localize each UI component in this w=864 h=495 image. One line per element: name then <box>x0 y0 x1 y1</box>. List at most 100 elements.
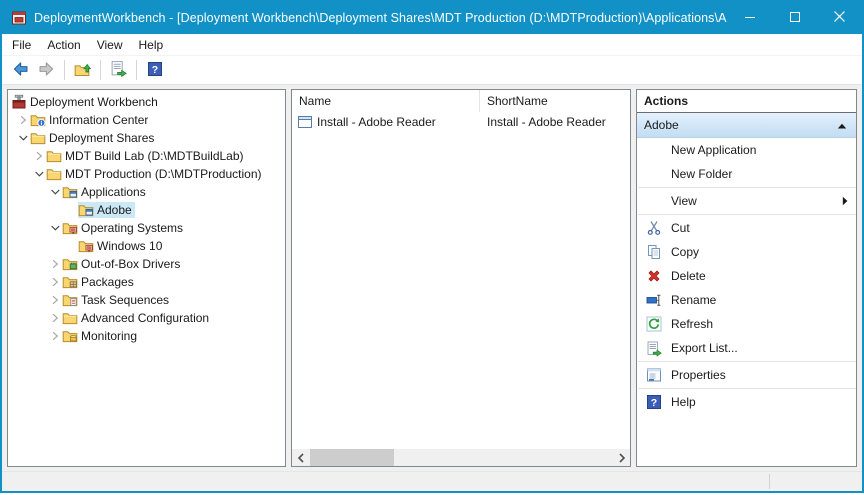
folder-monitoring-icon <box>62 328 78 344</box>
tree-item-label: Windows 10 <box>94 238 165 254</box>
action-cut[interactable]: Cut <box>637 216 856 240</box>
toolbar-back-button[interactable] <box>6 58 33 82</box>
chevron-right-icon[interactable] <box>48 329 62 343</box>
menu-action[interactable]: Action <box>39 35 88 55</box>
scrollbar-thumb[interactable] <box>310 449 394 466</box>
actions-separator <box>638 388 856 389</box>
action-label: Help <box>671 395 848 409</box>
toolbar-export-list-button[interactable] <box>105 58 132 82</box>
tree-item-windows-10[interactable]: Windows 10 <box>8 237 285 255</box>
chevron-right-icon[interactable] <box>48 311 62 325</box>
scroll-right-arrow-icon[interactable] <box>613 449 630 466</box>
chevron-right-icon[interactable] <box>32 149 46 163</box>
tree-item-mdt-production-d-mdtproduction[interactable]: MDT Production (D:\MDTProduction) <box>8 165 285 183</box>
action-copy[interactable]: Copy <box>637 240 856 264</box>
chevron-right-icon[interactable] <box>48 293 62 307</box>
titlebar[interactable]: DeploymentWorkbench - [Deployment Workbe… <box>2 2 862 34</box>
chevron-right-icon[interactable] <box>48 257 62 271</box>
expander-spacer <box>64 239 78 253</box>
tree-item-label: Applications <box>78 184 149 200</box>
folder-icon <box>30 130 46 146</box>
export-list-icon <box>646 340 662 356</box>
properties-icon <box>646 367 662 383</box>
chevron-right-icon[interactable] <box>16 113 30 127</box>
tree-item-deployment-workbench[interactable]: Deployment Workbench <box>8 93 285 111</box>
chevron-down-icon[interactable] <box>48 185 62 199</box>
action-properties[interactable]: Properties <box>637 363 856 387</box>
action-label: New Application <box>671 143 848 157</box>
action-new-folder[interactable]: New Folder <box>637 162 856 186</box>
chevron-down-icon[interactable] <box>16 131 30 145</box>
close-button[interactable] <box>817 2 862 34</box>
toolbar-separator <box>64 60 65 80</box>
toolbar-up-one-level-button[interactable] <box>69 58 96 82</box>
tree-item-out-of-box-drivers[interactable]: Out-of-Box Drivers <box>8 255 285 273</box>
console-body: Deployment WorkbenchInformation Center De… <box>2 85 862 471</box>
action-export-list[interactable]: Export List... <box>637 336 856 360</box>
scroll-left-arrow-icon[interactable] <box>292 449 309 466</box>
results-pane: NameShortName Install - Adobe ReaderInst… <box>291 89 631 467</box>
action-label: Cut <box>671 221 848 235</box>
list-item-install-adobe-reader[interactable]: Install - Adobe ReaderInstall - Adobe Re… <box>292 112 630 132</box>
tree-item-information-center[interactable]: Information Center <box>8 111 285 129</box>
horizontal-scrollbar[interactable] <box>292 449 630 466</box>
action-refresh[interactable]: Refresh <box>637 312 856 336</box>
tree-item-deployment-shares[interactable]: Deployment Shares <box>8 129 285 147</box>
forward-icon <box>38 60 56 81</box>
delete-icon <box>646 268 662 284</box>
tree-item-advanced-configuration[interactable]: Advanced Configuration <box>8 309 285 327</box>
folder-drivers-icon <box>62 256 78 272</box>
toolbar-help-button[interactable]: ? <box>141 58 168 82</box>
tree-item-adobe[interactable]: Adobe <box>8 201 285 219</box>
refresh-icon <box>646 316 662 332</box>
tree-item-packages[interactable]: Packages <box>8 273 285 291</box>
toolbar-separator <box>100 60 101 80</box>
list-column-headers: NameShortName <box>292 90 630 112</box>
folder-packages-icon <box>62 274 78 290</box>
action-label: Refresh <box>671 317 848 331</box>
maximize-button[interactable] <box>772 2 817 34</box>
action-help[interactable]: ?Help <box>637 390 856 414</box>
menu-file[interactable]: File <box>4 35 39 55</box>
tree-item-applications[interactable]: Applications <box>8 183 285 201</box>
tree-item-task-sequences[interactable]: Task Sequences <box>8 291 285 309</box>
folder-plain-icon <box>62 310 78 326</box>
actions-separator <box>638 214 856 215</box>
chevron-down-icon[interactable] <box>48 221 62 235</box>
up-one-level-icon <box>74 60 92 81</box>
toolbar: ? <box>2 56 862 85</box>
tree-item-label: Monitoring <box>78 328 140 344</box>
action-label: Copy <box>671 245 848 259</box>
folder-apps-icon <box>78 202 94 218</box>
list-item-shortname: Install - Adobe Reader <box>487 115 606 129</box>
maximize-icon <box>790 9 800 27</box>
tree-item-operating-systems[interactable]: Operating Systems <box>8 219 285 237</box>
action-new-application[interactable]: New Application <box>637 138 856 162</box>
actions-separator <box>638 361 856 362</box>
folder-os-icon <box>62 220 78 236</box>
actions-group-adobe[interactable]: Adobe <box>637 113 856 138</box>
folder-apps-icon <box>62 184 78 200</box>
menu-help[interactable]: Help <box>131 35 172 55</box>
export-list-icon <box>110 60 127 80</box>
column-header-shortname[interactable]: ShortName <box>480 90 630 112</box>
tree-item-mdt-build-lab-d-mdtbuildlab[interactable]: MDT Build Lab (D:\MDTBuildLab) <box>8 147 285 165</box>
menu-view[interactable]: View <box>89 35 131 55</box>
toolbar-forward-button[interactable] <box>33 58 60 82</box>
tree-item-monitoring[interactable]: Monitoring <box>8 327 285 345</box>
minimize-button[interactable] <box>727 2 772 34</box>
menu-bar: FileActionViewHelp <box>2 34 862 56</box>
action-view[interactable]: View <box>637 189 856 213</box>
tree-item-label: Deployment Shares <box>46 130 157 146</box>
column-header-name[interactable]: Name <box>292 90 480 112</box>
tree-item-label: Information Center <box>46 112 151 128</box>
actions-pane-title: Actions <box>637 90 856 113</box>
action-label: Properties <box>671 368 848 382</box>
chevron-down-icon[interactable] <box>32 167 46 181</box>
chevron-right-icon[interactable] <box>48 275 62 289</box>
action-delete[interactable]: Delete <box>637 264 856 288</box>
status-bar <box>2 471 862 491</box>
collapse-chevron-up-icon[interactable] <box>837 118 847 132</box>
action-rename[interactable]: Rename <box>637 288 856 312</box>
tree-item-label: Adobe <box>94 202 135 218</box>
